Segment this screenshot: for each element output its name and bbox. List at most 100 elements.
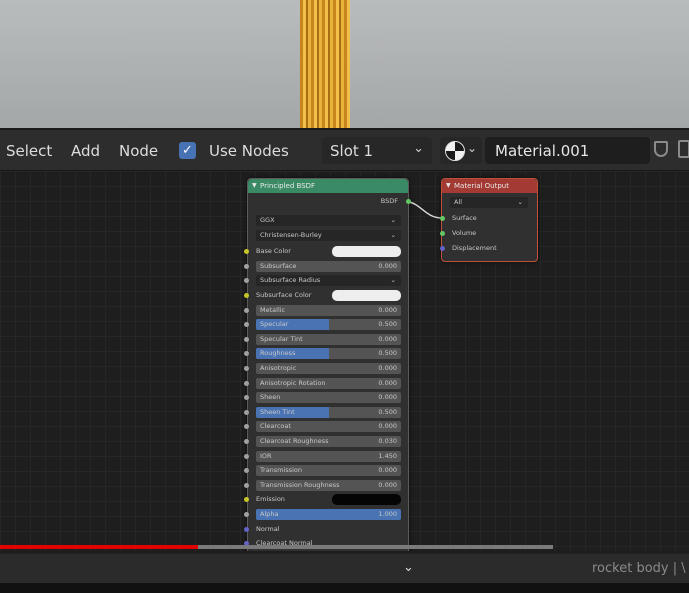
bsdf-input-row[interactable]: Specular 0.500 (244, 319, 401, 331)
material-sphere-icon (445, 141, 465, 161)
bsdf-output-socket[interactable] (406, 199, 411, 204)
input-value: 0.030 (378, 437, 397, 445)
color-swatch[interactable] (332, 246, 401, 258)
input-label: Subsurface (260, 261, 297, 270)
bsdf-input-row[interactable]: Subsurface Color (244, 290, 401, 301)
bsdf-input-row[interactable]: Clearcoat Roughness 0.030 (244, 436, 401, 447)
bsdf-input-row[interactable]: Subsurface Radius ⌄ (244, 275, 401, 287)
output-node-title: Material Output (454, 182, 509, 190)
bsdf-input-row[interactable]: Sheen Tint 0.500 (244, 406, 401, 418)
bsdf-input-row[interactable]: Sheen 0.000 (244, 392, 401, 404)
input-socket[interactable] (244, 526, 249, 532)
input-label: Metallic (260, 305, 286, 314)
subsurface-method-dropdown-label: Christensen-Burley (260, 230, 322, 239)
input-value: 1.450 (378, 451, 397, 460)
input-socket[interactable] (244, 336, 249, 342)
output-target-label: All (454, 198, 463, 206)
displacement-socket[interactable] (440, 246, 445, 251)
input-socket[interactable] (244, 351, 249, 357)
input-socket[interactable] (244, 307, 249, 313)
surface-socket[interactable] (440, 216, 445, 221)
rocket-model (300, 0, 350, 128)
input-socket[interactable] (244, 395, 249, 401)
bsdf-input-row[interactable]: Transmission 0.000 (244, 465, 401, 477)
material-name-field[interactable] (485, 137, 650, 164)
input-value: 0.000 (378, 334, 397, 343)
bsdf-input-row[interactable]: Specular Tint 0.000 (244, 333, 401, 345)
color-swatch[interactable] (332, 290, 401, 301)
input-socket[interactable] (244, 424, 249, 430)
input-value: 0.000 (378, 480, 397, 489)
copy-icon[interactable] (678, 140, 689, 158)
3d-viewport[interactable] (0, 0, 689, 128)
bsdf-input-row[interactable]: IOR 1.450 (244, 450, 401, 462)
node-editor-canvas[interactable]: ▼ Principled BSDF BSDF GGX ⌄ Christensen-B… (0, 171, 689, 551)
distribution-dropdown[interactable]: GGX ⌄ (256, 215, 401, 226)
input-socket[interactable] (244, 263, 249, 269)
bsdf-input-row[interactable]: Normal (244, 524, 401, 535)
chevron-down-icon: ⌄ (467, 141, 478, 155)
collapse-arrow-icon[interactable]: ▼ (252, 179, 257, 193)
distribution-dropdown-label: GGX (260, 216, 275, 224)
bsdf-node-header[interactable]: ▼ Principled BSDF (248, 179, 408, 193)
surface-label: Surface (452, 214, 477, 222)
input-socket[interactable] (244, 497, 249, 503)
bsdf-input-row[interactable]: Transmission Roughness 0.000 (244, 479, 401, 491)
subsurface-method-dropdown[interactable]: Christensen-Burley ⌄ (256, 229, 401, 241)
menu-select[interactable]: Select (6, 142, 52, 160)
bsdf-input-row[interactable]: Base Color (244, 246, 401, 258)
input-socket[interactable] (244, 366, 249, 371)
material-name-input[interactable] (493, 140, 647, 162)
bsdf-input-row[interactable]: Metallic 0.000 (244, 304, 401, 316)
input-socket[interactable] (244, 512, 249, 517)
chevron-down-icon[interactable]: ⌄ (403, 560, 414, 575)
input-label: Roughness (260, 349, 296, 358)
input-label: IOR (260, 451, 272, 460)
input-socket[interactable] (244, 249, 249, 255)
bsdf-input-row[interactable]: Clearcoat 0.000 (244, 421, 401, 433)
bsdf-input-row[interactable]: Alpha 1.000 (244, 509, 401, 520)
collapse-arrow-icon[interactable]: ▼ (446, 179, 451, 193)
bottom-strip (0, 583, 689, 593)
material-browse-button[interactable]: ⌄ (440, 137, 482, 164)
input-label: Transmission (260, 466, 302, 475)
input-socket[interactable] (244, 278, 249, 284)
input-socket[interactable] (244, 439, 249, 444)
volume-socket[interactable] (440, 231, 445, 236)
output-input-surface: Surface (440, 213, 477, 224)
video-progress-bar[interactable] (0, 545, 198, 549)
input-socket[interactable] (244, 482, 249, 488)
input-value: 0.000 (378, 364, 397, 372)
bsdf-input-row[interactable]: Subsurface 0.000 (244, 260, 401, 272)
slot-dropdown[interactable]: Slot 1 ⌄ (322, 137, 432, 164)
menu-node[interactable]: Node (119, 142, 158, 160)
bsdf-input-row[interactable]: Emission (244, 494, 401, 506)
output-node-header[interactable]: ▼ Material Output (442, 179, 537, 193)
input-label: Specular Tint (260, 334, 303, 343)
bsdf-input-row[interactable]: Anisotropic Rotation 0.000 (244, 377, 401, 389)
slot-label: Slot 1 (330, 142, 374, 160)
input-label: Normal (256, 524, 280, 533)
input-socket[interactable] (244, 293, 249, 298)
material-output-node[interactable]: ▼ Material Output All ⌄ Surface Volume D… (440, 178, 538, 262)
input-label: Anisotropic (260, 364, 297, 372)
output-target-dropdown[interactable]: All ⌄ (450, 197, 528, 208)
principled-bsdf-node[interactable]: ▼ Principled BSDF BSDF GGX ⌄ Christensen-B… (244, 178, 411, 551)
bsdf-input-row[interactable]: Roughness 0.500 (244, 348, 401, 360)
input-socket[interactable] (244, 409, 249, 415)
input-socket[interactable] (244, 322, 249, 328)
input-label: Anisotropic Rotation (260, 378, 326, 387)
input-label: Subsurface Radius (260, 276, 321, 285)
input-socket[interactable] (244, 453, 249, 459)
input-socket[interactable] (244, 468, 249, 474)
use-nodes-checkbox[interactable]: ✓ (179, 142, 196, 159)
input-value: 0.000 (378, 422, 397, 431)
input-value: 0.500 (378, 320, 397, 329)
bsdf-input-row[interactable]: Anisotropic 0.000 (244, 363, 401, 374)
shield-icon[interactable] (654, 141, 668, 157)
status-bar: ⌄ rocket body | \ (0, 553, 689, 584)
input-label: Clearcoat Roughness (260, 437, 329, 445)
color-swatch[interactable] (332, 494, 401, 506)
input-socket[interactable] (244, 380, 249, 386)
menu-add[interactable]: Add (71, 142, 100, 160)
